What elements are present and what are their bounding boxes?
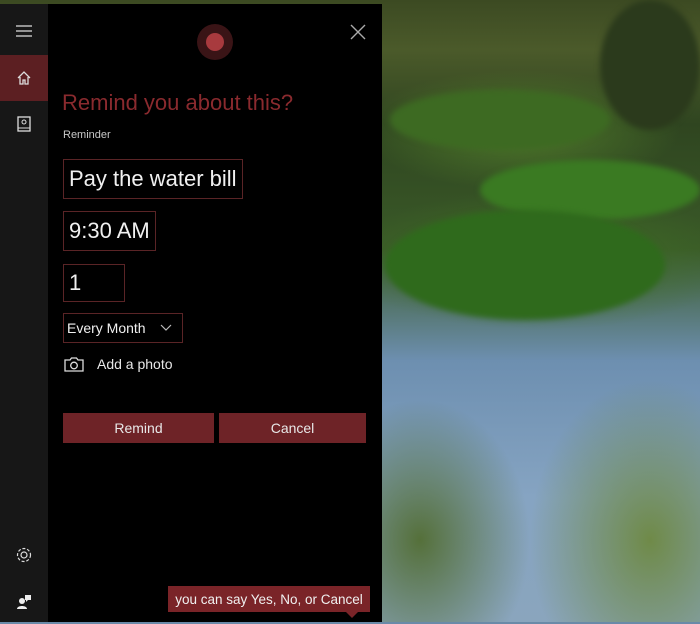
camera-icon [64,357,84,372]
close-button[interactable] [348,22,368,42]
foliage [600,0,700,130]
feedback-button[interactable] [0,578,48,624]
close-icon [350,24,366,40]
add-photo-label: Add a photo [97,356,173,372]
home-icon [17,71,31,85]
gear-icon [16,547,32,563]
time-picker[interactable]: 9:30 AM [63,211,156,251]
reminder-text-input[interactable]: Pay the water bill [63,159,243,199]
menu-icon [16,25,32,37]
reminder-label: Reminder [63,129,111,141]
sidebar [0,4,48,622]
remind-button[interactable]: Remind [63,413,214,443]
chevron-down-icon [160,324,172,331]
speech-hint-tooltip: you can say Yes, No, or Cancel [168,586,370,618]
menu-button[interactable] [0,8,48,54]
sidebar-item-notebook[interactable] [0,101,48,147]
foliage [390,90,610,150]
add-photo-button[interactable]: Add a photo [64,356,173,372]
cancel-button[interactable]: Cancel [219,413,366,443]
notebook-icon [17,116,31,132]
day-input[interactable]: 1 [63,264,125,302]
feedback-icon [17,595,31,609]
repeat-dropdown[interactable]: Every Month [63,313,183,343]
sidebar-item-home[interactable] [0,55,48,101]
repeat-value: Every Month [67,320,146,336]
foliage [385,210,665,320]
settings-button[interactable] [0,532,48,578]
cortana-icon [197,24,233,60]
cortana-panel: Remind you about this? Reminder Pay the … [48,4,382,622]
page-title: Remind you about this? [62,90,294,115]
